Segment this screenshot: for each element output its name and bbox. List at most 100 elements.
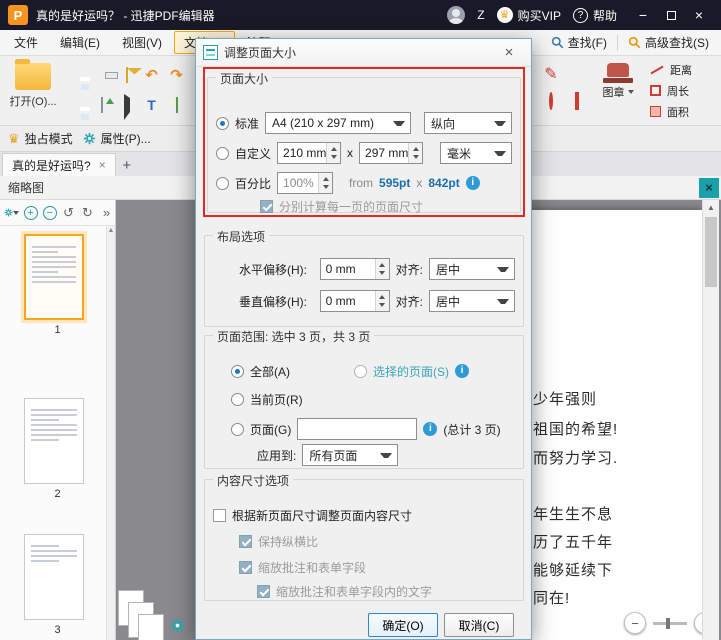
- standard-size-select[interactable]: A4 (210 x 297 mm): [265, 112, 412, 134]
- percent-spinner[interactable]: 100%: [277, 172, 334, 194]
- h-align-label: 对齐:: [395, 262, 423, 277]
- spinner-arrows[interactable]: [408, 143, 423, 163]
- info-icon[interactable]: i: [465, 176, 480, 190]
- keep-aspect-label: 保持纵横比: [258, 534, 319, 549]
- scale-annotations-checkbox[interactable]: [239, 560, 252, 574]
- rotate-left-button[interactable]: ↺: [61, 204, 76, 222]
- v-offset-spinner[interactable]: 0 mm: [319, 290, 390, 312]
- rotate-right-button[interactable]: ↻: [80, 204, 95, 222]
- menu-edit[interactable]: 编辑(E): [50, 31, 110, 54]
- zoom-in-button[interactable]: +: [694, 612, 702, 634]
- redo-button[interactable]: ↷: [170, 68, 183, 83]
- buy-vip-button[interactable]: ♛ 购买VIP: [496, 7, 561, 24]
- zoom-out-thumbnails-button[interactable]: −: [42, 204, 57, 222]
- spinner-arrows[interactable]: [326, 143, 341, 163]
- scale-annotation-text-checkbox[interactable]: [257, 584, 270, 598]
- rectangle-tool-button[interactable]: [575, 92, 579, 110]
- thumbnail-options-button[interactable]: [4, 204, 19, 222]
- dialog-close-button[interactable]: ×: [494, 41, 524, 65]
- distance-tool-button[interactable]: 距离: [648, 59, 714, 80]
- open-label: 打开(O)...: [9, 96, 57, 108]
- custom-width-spinner[interactable]: 210 mm: [277, 142, 342, 164]
- h-offset-spinner[interactable]: 0 mm: [319, 258, 390, 280]
- properties-button[interactable]: 属性(P)...: [83, 130, 151, 147]
- from-x: x: [416, 176, 423, 190]
- more-options-button[interactable]: »: [99, 204, 114, 222]
- per-page-checkbox[interactable]: [260, 199, 273, 213]
- new-tab-button[interactable]: +: [116, 154, 138, 176]
- area-icon: [650, 106, 661, 117]
- exclusive-mode-button[interactable]: ♛ 独占模式: [8, 130, 73, 147]
- advanced-find-button[interactable]: 高级查找(S): [620, 32, 717, 53]
- menu-view[interactable]: 视图(V): [112, 31, 172, 54]
- percent-radio[interactable]: [216, 176, 229, 190]
- stacked-page-icon: [138, 614, 164, 640]
- stamp-button[interactable]: 图章: [594, 60, 642, 100]
- selected-pages-radio[interactable]: [354, 364, 367, 378]
- current-page-radio[interactable]: [231, 392, 244, 406]
- scrollbar-thumb[interactable]: [705, 217, 717, 287]
- stamp-icon: [603, 63, 633, 83]
- keep-aspect-checkbox[interactable]: [239, 534, 252, 548]
- close-document-button[interactable]: ×: [699, 177, 719, 198]
- zoom-in-thumbnails-button[interactable]: +: [23, 204, 38, 222]
- open-button[interactable]: 打开(O)...: [6, 59, 60, 109]
- zoom-out-button[interactable]: −: [624, 612, 646, 634]
- orientation-select[interactable]: 纵向: [424, 112, 512, 134]
- zoom-slider[interactable]: [653, 617, 687, 629]
- custom-height-spinner[interactable]: 297 mm: [359, 142, 424, 164]
- window-title: 真的是好运吗？ - 迅捷PDF编辑器: [36, 8, 215, 23]
- custom-radio[interactable]: [216, 146, 229, 160]
- all-pages-radio[interactable]: [231, 364, 244, 378]
- document-tab[interactable]: 真的是好运吗? ×: [2, 153, 116, 176]
- settings-gear-button[interactable]: [170, 618, 185, 636]
- distance-icon: [650, 65, 664, 74]
- ok-button[interactable]: 确定(O): [368, 613, 438, 637]
- pencil-tool-button[interactable]: ✎: [544, 67, 557, 83]
- info-icon[interactable]: i: [423, 422, 438, 436]
- maximize-button[interactable]: [657, 4, 685, 26]
- help-button[interactable]: ? 帮助: [572, 7, 617, 24]
- pages-input[interactable]: [297, 418, 418, 440]
- spinner-arrows[interactable]: [374, 259, 389, 279]
- h-align-select[interactable]: 居中: [429, 258, 515, 280]
- user-initial[interactable]: Z: [477, 8, 484, 22]
- v-align-select[interactable]: 居中: [429, 290, 515, 312]
- page-thumbnail-1[interactable]: [24, 234, 84, 320]
- email-button[interactable]: [125, 67, 128, 83]
- find-button[interactable]: 查找(F): [543, 32, 615, 53]
- text-tool-button[interactable]: T: [147, 97, 156, 113]
- undo-button[interactable]: ↶: [145, 68, 158, 83]
- v-align-label: 对齐:: [395, 294, 423, 309]
- info-icon[interactable]: i: [455, 364, 469, 378]
- original-width: 595pt: [379, 176, 411, 190]
- image-tool-button[interactable]: [175, 97, 178, 113]
- unit-select[interactable]: 毫米: [440, 142, 512, 164]
- spinner-arrows[interactable]: [374, 291, 389, 311]
- buy-vip-label: 购买VIP: [517, 8, 561, 23]
- pages-radio[interactable]: [231, 422, 244, 436]
- thumbnail-panel-title: 缩略图: [8, 181, 45, 195]
- area-tool-button[interactable]: 面积: [648, 101, 714, 122]
- ellipse-tool-button[interactable]: [549, 92, 553, 110]
- vertical-scrollbar[interactable]: ▲: [702, 200, 719, 640]
- layout-options-title: 布局选项: [213, 228, 270, 245]
- export-button[interactable]: [100, 97, 103, 113]
- page-thumbnail-3[interactable]: [24, 534, 84, 620]
- page-thumbnail-2[interactable]: [24, 398, 84, 484]
- apply-to-select[interactable]: 所有页面: [302, 444, 399, 466]
- resize-content-checkbox[interactable]: [213, 508, 226, 522]
- scroll-up-arrow[interactable]: ▲: [703, 200, 719, 215]
- perimeter-tool-button[interactable]: 周长: [648, 80, 714, 101]
- user-avatar[interactable]: [447, 6, 466, 24]
- spinner-arrows[interactable]: [318, 173, 333, 193]
- tab-close-icon[interactable]: ×: [99, 159, 106, 171]
- thumbnail-scrollbar[interactable]: ▲: [106, 226, 115, 640]
- menu-file[interactable]: 文件: [4, 31, 48, 54]
- cancel-button[interactable]: 取消(C): [444, 613, 514, 637]
- minimize-button[interactable]: −: [629, 4, 657, 26]
- select-tool-button[interactable]: [123, 94, 130, 120]
- standard-radio[interactable]: [216, 116, 229, 130]
- close-button[interactable]: ×: [685, 4, 713, 26]
- scale-annotation-text-label: 缩放批注和表单字段内的文字: [276, 584, 433, 599]
